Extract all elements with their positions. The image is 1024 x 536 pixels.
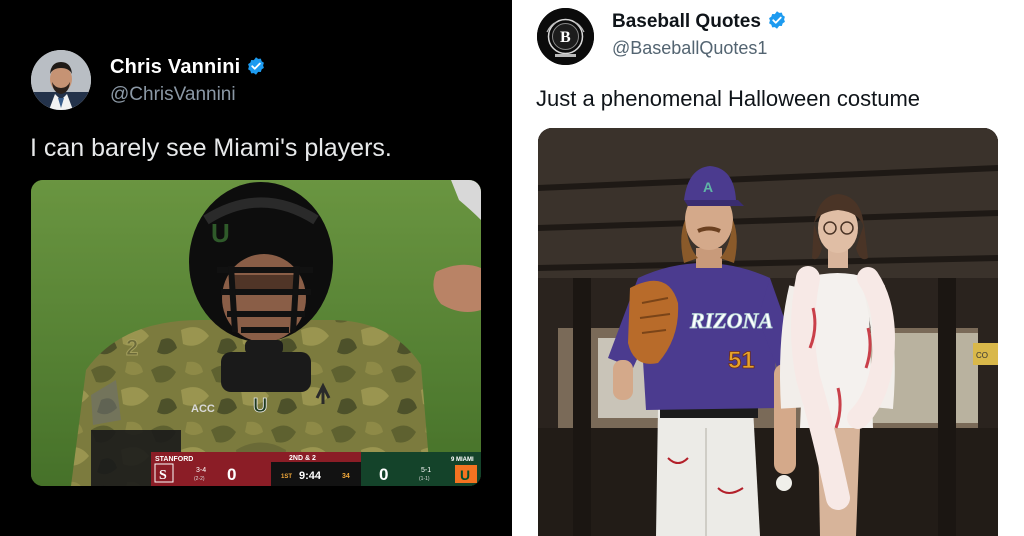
profile-photo xyxy=(31,50,91,110)
helmet-logo: U xyxy=(211,218,230,248)
home-record: 3-4 xyxy=(196,467,206,474)
avatar[interactable]: B xyxy=(537,8,594,65)
verified-badge-icon xyxy=(248,57,265,75)
away-score: 0 xyxy=(379,465,388,484)
acc-patch: ACC xyxy=(191,403,215,415)
avatar[interactable] xyxy=(31,50,91,110)
jersey-team-text: RIZONA xyxy=(689,308,773,333)
author-name[interactable]: Chris Vannini xyxy=(110,56,266,79)
verified-badge-icon xyxy=(768,11,785,29)
svg-text:2: 2 xyxy=(126,335,138,360)
away-record: 5-1 xyxy=(421,467,431,474)
baseball xyxy=(776,475,792,491)
play-clock: 34 xyxy=(342,473,350,480)
scoreboard: STANFORD S 3-4 (2-2) 0 2ND & 2 1ST 9:44 … xyxy=(151,452,481,486)
tweet-text: I can barely see Miami's players. xyxy=(30,134,392,162)
away-team-name: 9 MIAMI xyxy=(451,457,474,463)
football-player-image: 2 U ACC U STANFORD S 3-4 (2-2) 0 2ND & 2… xyxy=(31,180,481,486)
avatar-letter: B xyxy=(560,29,571,46)
halloween-costume-image: CO RIZONA 51 A xyxy=(538,128,998,536)
home-team-name: STANFORD xyxy=(155,456,193,463)
down-and-distance: 2ND & 2 xyxy=(289,455,316,462)
quarter: 1ST xyxy=(281,474,292,480)
tweet-media-halloween-photo[interactable]: CO RIZONA 51 A xyxy=(538,128,998,536)
home-score: 0 xyxy=(227,465,236,484)
jersey-number: 51 xyxy=(728,347,755,374)
author-name-text[interactable]: Baseball Quotes xyxy=(612,11,761,32)
left-tweet-card: Chris Vannini @ChrisVannini I can barely… xyxy=(0,0,512,536)
author-name-text[interactable]: Chris Vannini xyxy=(110,56,240,78)
author-handle[interactable]: @ChrisVannini xyxy=(110,84,236,106)
home-conf-record: (2-2) xyxy=(194,476,205,482)
game-clock: 9:44 xyxy=(299,470,322,482)
right-tweet-card: B Baseball Quotes @BaseballQuotes1 Just … xyxy=(512,0,1024,536)
cap-logo: A xyxy=(703,179,713,195)
chest-logo: U xyxy=(253,395,267,417)
away-conf-record: (1-1) xyxy=(419,476,430,482)
author-handle[interactable]: @BaseballQuotes1 xyxy=(612,38,767,59)
away-team-logo: U xyxy=(460,467,470,483)
author-name[interactable]: Baseball Quotes xyxy=(612,10,787,33)
svg-text:CO: CO xyxy=(976,351,988,360)
baseball-quotes-logo-icon: B xyxy=(537,8,594,65)
tweet-media-football-photo[interactable]: 2 U ACC U STANFORD S 3-4 (2-2) 0 2ND & 2… xyxy=(31,180,481,486)
svg-text:S: S xyxy=(159,468,167,483)
tweet-text: Just a phenomenal Halloween costume xyxy=(536,86,921,111)
